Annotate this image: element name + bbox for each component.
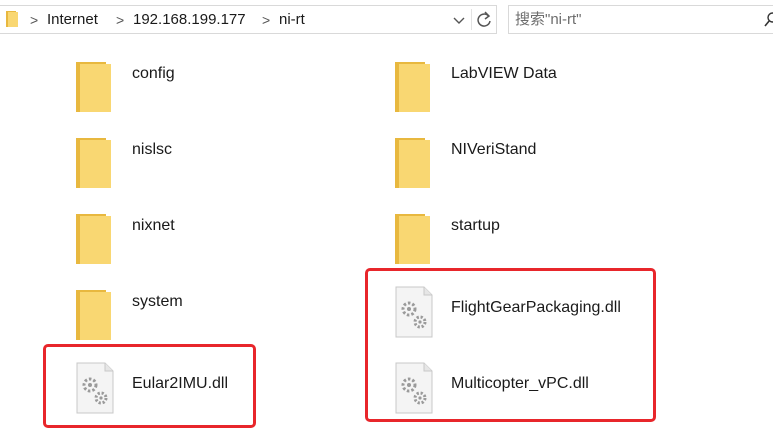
refresh-icon [477, 11, 491, 27]
highlight-box [365, 268, 656, 422]
breadcrumb-ni-rt[interactable]: ni-rt [279, 12, 305, 28]
folder-icon [76, 62, 111, 119]
breadcrumb-ip[interactable]: 192.168.199.177 [133, 12, 246, 28]
file-name: startup [451, 217, 500, 234]
chevron-down-icon[interactable] [452, 14, 466, 26]
folder-item-nislsc[interactable]: nislsc [76, 138, 376, 194]
file-name: nislsc [132, 141, 173, 158]
breadcrumb-separator: > [262, 12, 271, 28]
file-explorer-window: > Internet > 192.168.199.177 > ni-rt 搜索"… [0, 0, 773, 441]
file-name: nixnet [132, 217, 175, 234]
breadcrumb-separator: > [30, 12, 39, 28]
highlight-box [43, 344, 256, 428]
folder-icon [76, 290, 111, 347]
folder-icon [6, 11, 18, 27]
search-box[interactable] [508, 5, 773, 34]
file-name: system [132, 293, 183, 310]
folder-item-niveristand[interactable]: NIVeriStand [395, 138, 695, 194]
folder-icon [76, 214, 111, 271]
folder-item-startup[interactable]: startup [395, 214, 695, 270]
folder-item-labview-data[interactable]: LabVIEW Data [395, 62, 695, 118]
folder-icon [395, 62, 430, 119]
breadcrumb-internet[interactable]: Internet [47, 12, 98, 28]
refresh-button[interactable] [471, 9, 495, 30]
folder-item-system[interactable]: system [76, 290, 376, 346]
search-icon[interactable] [764, 12, 773, 33]
folder-icon [395, 138, 430, 195]
folder-icon [76, 138, 111, 195]
file-name: LabVIEW Data [451, 65, 557, 82]
search-input[interactable] [515, 10, 745, 28]
breadcrumb-separator: > [116, 12, 125, 28]
folder-item-nixnet[interactable]: nixnet [76, 214, 376, 270]
address-bar[interactable]: > Internet > 192.168.199.177 > ni-rt [0, 5, 497, 34]
folder-item-config[interactable]: config [76, 62, 376, 118]
file-name: NIVeriStand [451, 141, 537, 158]
folder-icon [395, 214, 430, 271]
file-name: config [132, 65, 175, 82]
